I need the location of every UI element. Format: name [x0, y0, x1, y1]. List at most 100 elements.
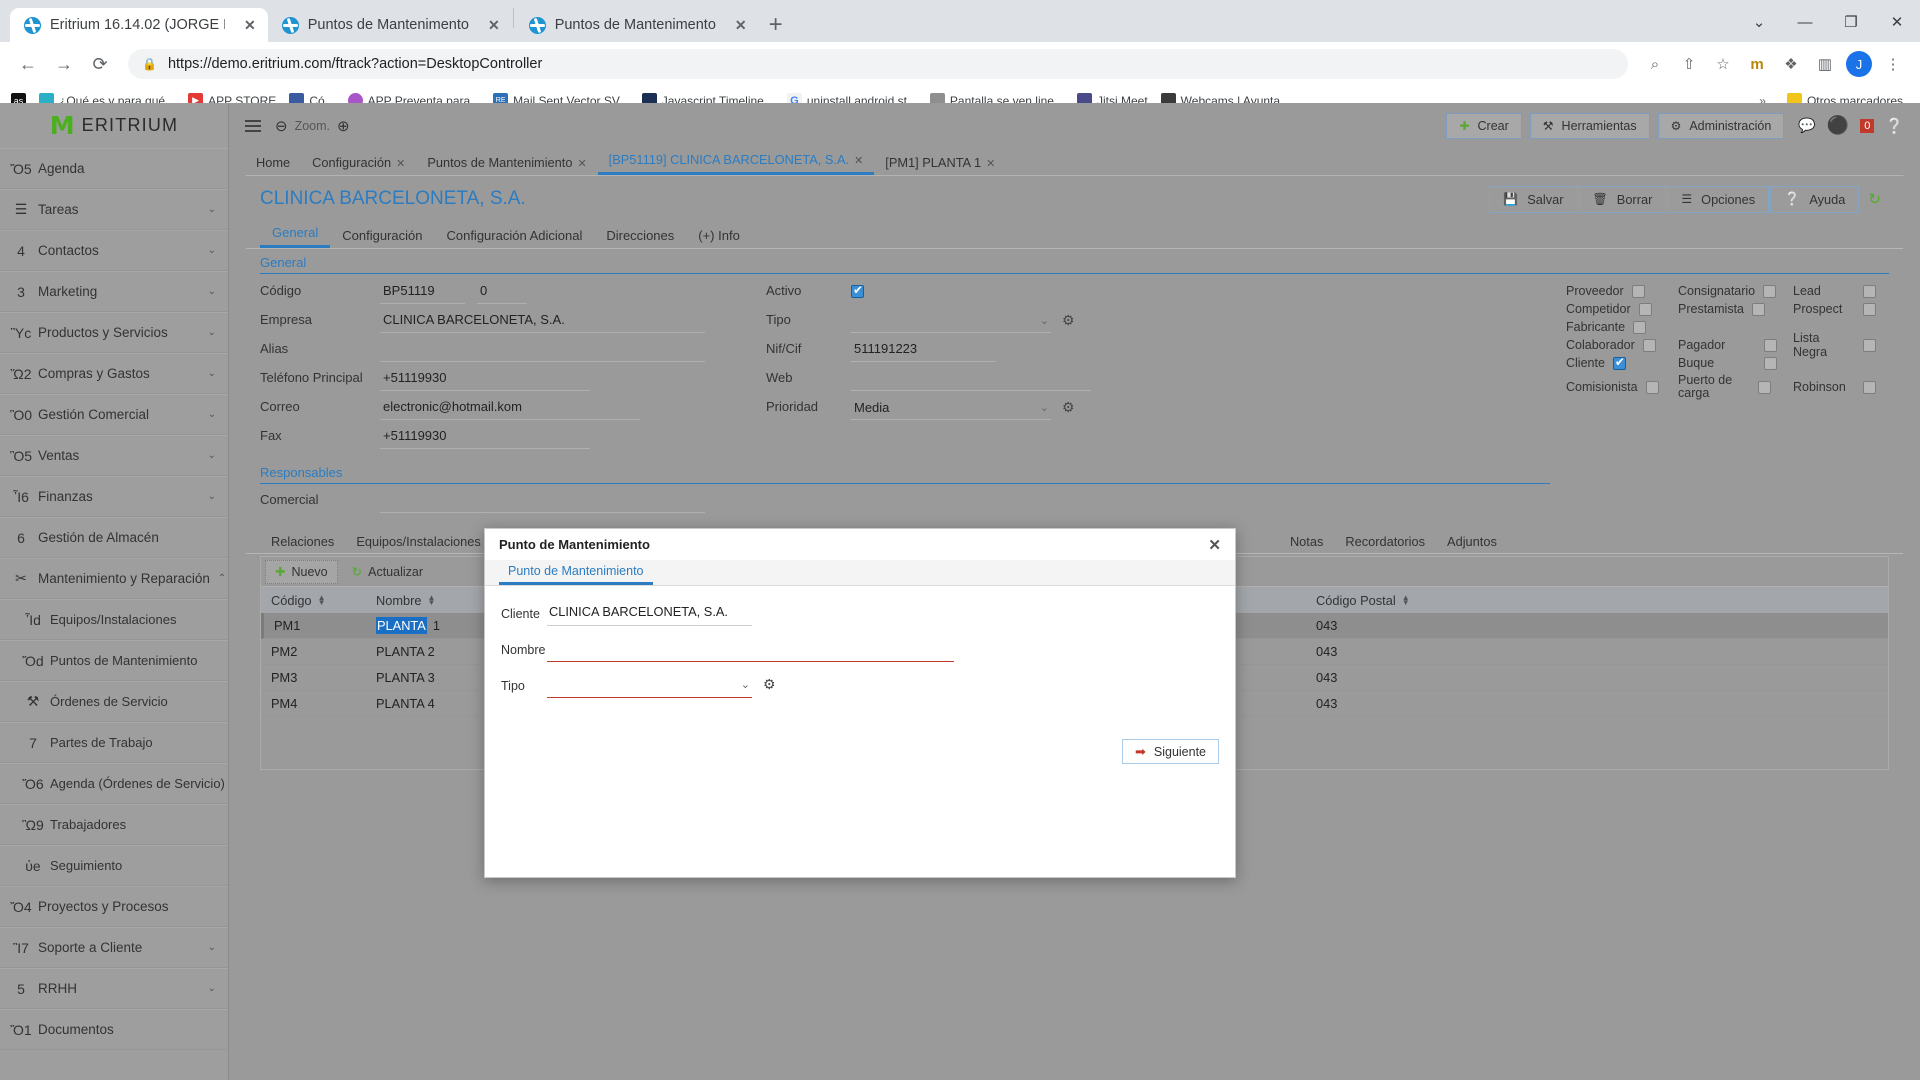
sidebar-item-puntos-mantenimiento[interactable]: Ὄd Puntos de Mantenimiento	[0, 640, 228, 681]
subtab-direcciones[interactable]: Direcciones	[594, 228, 686, 248]
sidebar-item-partes-trabajo[interactable]: ὇7 Partes de Trabajo	[0, 722, 228, 763]
hamburger-menu-icon[interactable]	[245, 120, 261, 132]
fax-input[interactable]: +51119930	[380, 428, 590, 449]
maximize-button[interactable]: ❐	[1828, 2, 1874, 42]
sidebar-item-contactos[interactable]: ὆4 Contactos ⌄	[0, 230, 228, 271]
new-tab-button[interactable]: +	[769, 13, 783, 37]
search-icon[interactable]: ⌕	[1640, 49, 1670, 79]
borrar-button[interactable]: 🗑 Borrar	[1579, 186, 1667, 213]
prioridad-select[interactable]: Media ⌄	[851, 399, 1051, 420]
checkbox-pagador[interactable]: Pagador	[1678, 338, 1793, 352]
sidebar-item-rrhh[interactable]: ὆5 RRHH ⌄	[0, 968, 228, 1009]
checkbox-colaborador[interactable]: Colaborador	[1566, 338, 1678, 352]
sidebar-item-trabajadores[interactable]: Ὣ9 Trabajadores	[0, 804, 228, 845]
checkbox[interactable]	[1633, 321, 1646, 334]
ayuda-button[interactable]: ❔ Ayuda	[1770, 186, 1859, 213]
side-panel-icon[interactable]: ▥	[1810, 49, 1840, 79]
column-header-codigo[interactable]: Código ▲ ▼	[261, 593, 366, 608]
chevron-down-icon[interactable]: ⌄	[1040, 401, 1049, 414]
sidebar-item-documentos[interactable]: Ὄ1 Documentos	[0, 1009, 228, 1050]
nombre-input[interactable]	[547, 640, 954, 662]
column-header-codigo-postal[interactable]: Código Postal ▲ ▼	[1306, 593, 1506, 608]
tipo-gear-icon[interactable]: ⚙	[1062, 312, 1075, 329]
activo-checkbox[interactable]	[851, 285, 864, 298]
checkbox[interactable]	[1763, 285, 1776, 298]
checkbox-fabricante[interactable]: Fabricante	[1566, 320, 1678, 334]
checkbox[interactable]	[1646, 381, 1659, 394]
checkbox-puerto-de-carga[interactable]: Puerto de carga	[1678, 374, 1793, 400]
checkbox-consignatario[interactable]: Consignatario	[1678, 284, 1793, 298]
sidebar-item-gestion-almacen[interactable]: ὎6 Gestión de Almacén	[0, 517, 228, 558]
tab-close-icon[interactable]: ✕	[986, 158, 995, 170]
salvar-button[interactable]: 💾 Salvar	[1489, 186, 1577, 213]
empresa-input[interactable]: CLINICA BARCELONETA, S.A.	[380, 312, 705, 333]
comercial-input[interactable]	[380, 492, 705, 513]
close-icon[interactable]: ✕	[1208, 536, 1221, 554]
tab-close-icon[interactable]: ✕	[396, 158, 405, 170]
app-logo[interactable]: M ERITRIUM	[0, 103, 228, 148]
checkbox-lead[interactable]: Lead	[1793, 284, 1893, 298]
checkbox[interactable]	[1639, 303, 1652, 316]
browser-tab-close[interactable]: ✕	[478, 17, 500, 34]
checkbox[interactable]	[1863, 381, 1876, 394]
workspace-tab-clinica-barceloneta[interactable]: [BP51119] CLINICA BARCELONETA, S.A. ✕	[598, 152, 875, 175]
sidebar-item-soporte-cliente[interactable]: Ἲ7 Soporte a Cliente ⌄	[0, 927, 228, 968]
tab-adjuntos[interactable]: Adjuntos	[1436, 534, 1508, 553]
browser-tab-close[interactable]: ✕	[725, 17, 747, 34]
checkbox-cliente[interactable]: Cliente	[1566, 356, 1678, 370]
zoom-in-icon[interactable]: ⊕	[337, 117, 350, 135]
checkbox-lista-negra[interactable]: Lista Negra	[1793, 331, 1893, 359]
checkbox[interactable]	[1752, 303, 1765, 316]
tab-relaciones[interactable]: Relaciones	[260, 534, 345, 553]
tipo-select[interactable]: ⌄	[547, 676, 752, 698]
checkbox[interactable]	[1764, 357, 1777, 370]
opciones-button[interactable]: ☰ Opciones	[1667, 186, 1769, 213]
browser-tab-close[interactable]: ✕	[234, 17, 256, 34]
subtab-configuracion[interactable]: Configuración	[330, 228, 434, 248]
tab-notas[interactable]: Notas	[1279, 534, 1334, 553]
tab-recordatorios[interactable]: Recordatorios	[1334, 534, 1436, 553]
tab-equipos-instalaciones[interactable]: Equipos/Instalaciones	[345, 534, 492, 553]
checkbox[interactable]	[1643, 339, 1656, 352]
minimize-button[interactable]: —	[1782, 2, 1828, 42]
dialog-tab-punto-mantenimiento[interactable]: Punto de Mantenimiento	[499, 564, 653, 585]
prioridad-gear-icon[interactable]: ⚙	[1062, 399, 1075, 416]
workspace-tab-configuracion[interactable]: Configuración ✕	[301, 155, 416, 175]
browser-tab-0[interactable]: Eritrium 16.14.02 (JORGE HERRER ✕	[10, 8, 268, 42]
checkbox[interactable]	[1863, 339, 1876, 352]
refresh-icon[interactable]: ↻	[1860, 190, 1889, 208]
reload-button[interactable]: ⟳	[84, 48, 116, 80]
sort-icon[interactable]: ▲ ▼	[318, 595, 326, 605]
web-input[interactable]	[851, 370, 1091, 391]
nuevo-button[interactable]: ✚ Nuevo	[265, 560, 338, 584]
notification-icon[interactable]: 0	[1860, 119, 1874, 133]
checkbox[interactable]	[1863, 303, 1876, 316]
workspace-tab-puntos-mantenimiento[interactable]: Puntos de Mantenimiento ✕	[416, 155, 597, 175]
tipo-select[interactable]: ⌄	[851, 312, 1051, 333]
tab-close-icon[interactable]: ✕	[577, 158, 586, 170]
sidebar-item-marketing[interactable]: ὎3 Marketing ⌄	[0, 271, 228, 312]
sidebar-item-finanzas[interactable]: Ἶ6 Finanzas ⌄	[0, 476, 228, 517]
workspace-tab-pm1-planta-1[interactable]: [PM1] PLANTA 1 ✕	[874, 155, 1006, 175]
chevron-down-icon[interactable]: ⌄	[741, 678, 750, 691]
checkbox[interactable]	[1863, 285, 1876, 298]
checkbox-competidor[interactable]: Competidor	[1566, 302, 1678, 316]
sort-icon[interactable]: ▲ ▼	[428, 595, 436, 605]
share-icon[interactable]: ⇧	[1674, 49, 1704, 79]
sidebar-item-tareas[interactable]: ☰ Tareas ⌄	[0, 189, 228, 230]
checkbox[interactable]	[1764, 339, 1777, 352]
sort-icon[interactable]: ▲ ▼	[1402, 595, 1410, 605]
sidebar-item-equipos-instalaciones[interactable]: Ἶd Equipos/Instalaciones	[0, 599, 228, 640]
cliente-input[interactable]: CLINICA BARCELONETA, S.A.	[547, 604, 752, 626]
extensions-icon[interactable]: ❖	[1776, 49, 1806, 79]
chrome-menu-chevron-icon[interactable]: ⌄	[1736, 2, 1782, 42]
crear-button[interactable]: ✚ Crear	[1446, 113, 1521, 139]
administracion-button[interactable]: ⚙ Administración	[1658, 113, 1785, 139]
codigo-input[interactable]: BP51119	[380, 283, 465, 304]
sidebar-item-agenda[interactable]: Ὄ5 Agenda	[0, 148, 228, 189]
sidebar-item-seguimiento[interactable]: ὐe Seguimiento	[0, 845, 228, 886]
checkbox[interactable]	[1613, 357, 1626, 370]
workspace-tab-home[interactable]: Home	[245, 155, 301, 175]
chat-icon[interactable]: 💬	[1798, 117, 1815, 134]
chrome-menu-icon[interactable]: ⋮	[1878, 49, 1908, 79]
